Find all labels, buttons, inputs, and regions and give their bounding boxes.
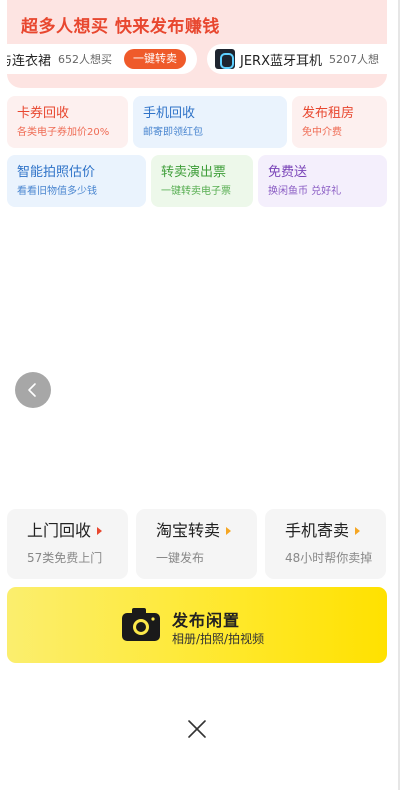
service-title: 卡券回收 <box>17 106 70 121</box>
service-card-phone-recycle[interactable]: 手机回收 邮寄即领红包 <box>133 96 287 148</box>
service-card-resell-tickets[interactable]: 转卖演出票 一键转卖电子票 <box>151 155 253 207</box>
service-title: 发布租房 <box>302 106 355 121</box>
ticker-item-name: JERX蓝牙耳机 <box>240 53 322 69</box>
back-button[interactable] <box>15 372 51 408</box>
ticker-item-name: 与连衣裙 <box>7 53 52 69</box>
ticker-item[interactable]: 与连衣裙 652人想买 一键转卖 <box>7 44 197 74</box>
hot-demand-banner: 超多人想买 快来发布赚钱 与连衣裙 652人想买 一键转卖 JERX蓝牙耳机 5… <box>7 0 387 88</box>
publish-idle-button[interactable]: 发布闲置 相册/拍照/拍视频 <box>7 587 387 663</box>
phone-consign-card[interactable]: 手机寄卖 48小时帮你卖掉 <box>265 509 386 579</box>
taobao-resell-card[interactable]: 淘宝转卖 一键发布 <box>136 509 257 579</box>
service-title: 免费送 <box>268 165 308 180</box>
earphone-thumbnail <box>215 49 235 69</box>
card-title: 手机寄卖 <box>285 521 350 540</box>
card-subtitle: 57类免费上门 <box>27 551 103 565</box>
service-title: 智能拍照估价 <box>17 165 96 180</box>
card-title: 上门回收 <box>27 521 92 540</box>
service-card-photo-estimate[interactable]: 智能拍照估价 看看旧物值多少钱 <box>7 155 146 207</box>
chevron-left-icon <box>28 383 36 397</box>
caret-right-icon <box>97 527 103 535</box>
banner-title: 超多人想买 快来发布赚钱 <box>21 17 220 37</box>
camera-icon <box>122 608 160 641</box>
service-subtitle: 看看旧物值多少钱 <box>17 186 97 197</box>
demand-ticker: 与连衣裙 652人想买 一键转卖 JERX蓝牙耳机 5207人想 <box>7 44 387 74</box>
publish-subtitle: 相册/拍照/拍视频 <box>172 632 265 646</box>
publish-title: 发布闲置 <box>172 611 241 630</box>
service-card-free-giveaway[interactable]: 免费送 换闲鱼币 兑好礼 <box>258 155 387 207</box>
card-subtitle: 48小时帮你卖掉 <box>285 551 373 565</box>
service-subtitle: 免中介费 <box>302 127 342 138</box>
service-title: 手机回收 <box>143 106 196 121</box>
ticker-item-count: 652人想买 <box>58 53 113 66</box>
service-subtitle: 邮寄即领红包 <box>143 127 203 138</box>
service-card-rent-house[interactable]: 发布租房 免中介费 <box>292 96 387 148</box>
close-icon[interactable] <box>186 718 208 740</box>
caret-right-icon <box>355 527 361 535</box>
card-subtitle: 一键发布 <box>156 551 205 565</box>
service-subtitle: 一键转卖电子票 <box>161 186 231 197</box>
ticker-item-count: 5207人想 <box>329 53 379 66</box>
caret-right-icon <box>226 527 232 535</box>
service-subtitle: 换闲鱼币 兑好礼 <box>268 186 342 197</box>
service-card-voucher-recycle[interactable]: 卡券回收 各类电子券加价20% <box>7 96 128 148</box>
service-title: 转卖演出票 <box>161 165 227 180</box>
ticker-item[interactable]: JERX蓝牙耳机 5207人想 <box>207 44 387 74</box>
publish-panel: 超多人想买 快来发布赚钱 与连衣裙 652人想买 一键转卖 JERX蓝牙耳机 5… <box>0 0 400 790</box>
home-pickup-card[interactable]: 上门回收 57类免费上门 <box>7 509 128 579</box>
service-subtitle: 各类电子券加价20% <box>17 127 110 138</box>
card-title: 淘宝转卖 <box>156 521 221 540</box>
resell-button[interactable]: 一键转卖 <box>124 49 187 69</box>
